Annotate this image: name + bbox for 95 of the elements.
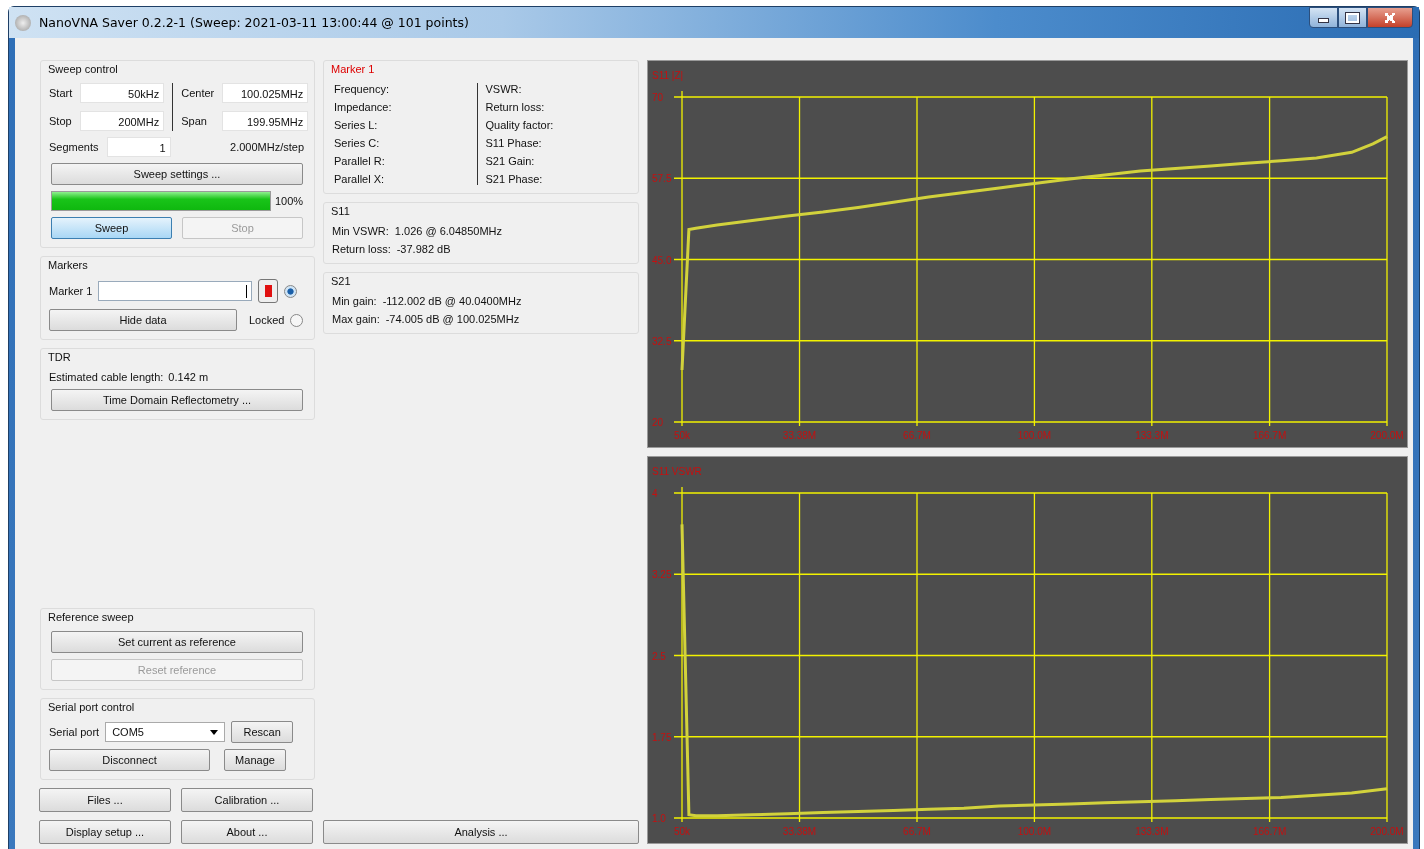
- close-button[interactable]: [1367, 7, 1413, 28]
- field-label: Segments: [49, 141, 99, 153]
- axis-label: 200.0M: [1370, 430, 1404, 441]
- window-title: NanoVNA Saver 0.2.2-1 (Sweep: 2021-03-11 13:00:44 @ 101 points): [39, 15, 469, 30]
- input-field[interactable]: [98, 281, 253, 301]
- axis-label: 166.7M: [1252, 826, 1287, 837]
- data-label: Frequency:: [334, 83, 391, 95]
- data-value: -37.982 dB: [396, 243, 451, 255]
- field-value: 0.142 m: [168, 371, 209, 383]
- axis-label: 133.3M: [1135, 430, 1169, 441]
- axis-label: 50k: [673, 826, 691, 837]
- data-label: S11 Phase:: [485, 137, 543, 149]
- field-label: Center: [181, 87, 215, 99]
- button[interactable]: Manage: [224, 749, 286, 771]
- group-title: Serial port control: [48, 701, 135, 713]
- button[interactable]: Sweep settings ...: [51, 163, 303, 185]
- axis-label: 200.0M: [1370, 826, 1404, 837]
- button[interactable]: Disconnect: [49, 749, 210, 771]
- button[interactable]: About ...: [181, 820, 313, 844]
- axis-label: 100.0M: [1017, 826, 1052, 837]
- axis-label: 4: [652, 488, 658, 499]
- data-label: S21 Phase:: [485, 173, 544, 185]
- axis-label: 166.7M: [1252, 430, 1287, 441]
- input-field[interactable]: 199.95MHz: [222, 111, 309, 131]
- chart-title: S11 VSWR: [652, 466, 702, 477]
- button[interactable]: Analysis ...: [323, 820, 639, 844]
- locked-checkbox[interactable]: [290, 313, 304, 327]
- axis-label: 100.0M: [1017, 430, 1052, 441]
- data-label: Max gain:: [332, 313, 380, 325]
- color-button[interactable]: [258, 279, 279, 303]
- input-field[interactable]: 1: [106, 137, 171, 157]
- field-label: Estimated cable length:: [49, 371, 164, 383]
- data-label: Parallel X:: [334, 173, 386, 185]
- minimize-button[interactable]: [1309, 7, 1338, 28]
- button[interactable]: Sweep: [51, 217, 172, 239]
- group-title: S21: [331, 275, 351, 287]
- axis-label: 70: [652, 92, 664, 103]
- axis-label: 32.5: [652, 335, 672, 347]
- data-value: -112.002 dB @ 40.0400MHz: [382, 295, 522, 307]
- app-icon: [15, 14, 31, 31]
- data-value: 1.026 @ 6.04850MHz: [394, 225, 503, 237]
- axis-label: 45.0: [652, 254, 672, 266]
- input-field[interactable]: 200MHz: [80, 111, 165, 131]
- data-value: -74.005 dB @ 100.025MHz: [385, 313, 520, 325]
- data-label: S21 Gain:: [485, 155, 536, 167]
- data-label: Series C:: [334, 137, 381, 149]
- axis-label: 3.25: [652, 569, 672, 581]
- radio-button[interactable]: [284, 284, 298, 298]
- progress-text: 100%: [275, 195, 304, 207]
- axis-label: 66.7M: [903, 430, 931, 441]
- group-title: Sweep control: [48, 63, 118, 75]
- button[interactable]: Display setup ...: [39, 820, 171, 844]
- field-label: Stop: [49, 115, 72, 127]
- button[interactable]: Time Domain Reflectometry ...: [51, 389, 303, 411]
- data-label: Series L:: [334, 119, 379, 131]
- group-title: Reference sweep: [48, 611, 134, 623]
- port-dropdown[interactable]: COM5: [105, 722, 226, 742]
- button[interactable]: Rescan: [231, 721, 294, 743]
- input-field[interactable]: 100.025MHz: [222, 83, 309, 103]
- axis-label: 33.38M: [782, 826, 817, 837]
- maximize-button[interactable]: [1338, 7, 1367, 28]
- axis-label: 50k: [673, 430, 691, 441]
- chart-title: S11 |Z|: [652, 70, 684, 81]
- group-title: S11: [331, 205, 350, 217]
- button[interactable]: Files ...: [39, 788, 171, 812]
- data-label: Return loss:: [332, 243, 391, 255]
- data-label: Return loss:: [485, 101, 546, 113]
- data-label: Impedance:: [334, 101, 393, 113]
- data-label: Parallel R:: [334, 155, 386, 167]
- button[interactable]: Calibration ...: [181, 788, 313, 812]
- axis-label: 133.3M: [1135, 826, 1169, 837]
- data-label: Min gain:: [332, 295, 377, 307]
- input-field[interactable]: 50kHz: [80, 83, 165, 103]
- field-label: Span: [181, 115, 207, 127]
- axis-label: 57.5: [652, 173, 672, 185]
- checkbox-label: Locked: [249, 314, 285, 326]
- group-title: Markers: [48, 259, 88, 271]
- axis-label: 2.5: [652, 650, 666, 662]
- axis-label: 66.7M: [903, 826, 931, 837]
- field-label: Marker 1: [49, 285, 93, 297]
- axis-label: 20: [652, 417, 664, 428]
- axis-label: 33.38M: [782, 430, 817, 441]
- data-label: Quality factor:: [485, 119, 555, 131]
- group-title: Marker 1: [331, 63, 375, 75]
- data-label: VSWR:: [485, 83, 523, 95]
- step-text: 2.000MHz/step: [229, 141, 304, 153]
- button[interactable]: Hide data: [49, 309, 237, 331]
- button[interactable]: Set current as reference: [51, 631, 303, 653]
- field-label: Serial port: [49, 726, 100, 738]
- axis-label: 1.75: [652, 731, 672, 743]
- group-title: TDR: [48, 351, 71, 363]
- data-label: Min VSWR:: [332, 225, 389, 237]
- field-label: Start: [49, 87, 73, 99]
- axis-label: 1.0: [652, 813, 666, 824]
- caret-icon: [210, 729, 219, 735]
